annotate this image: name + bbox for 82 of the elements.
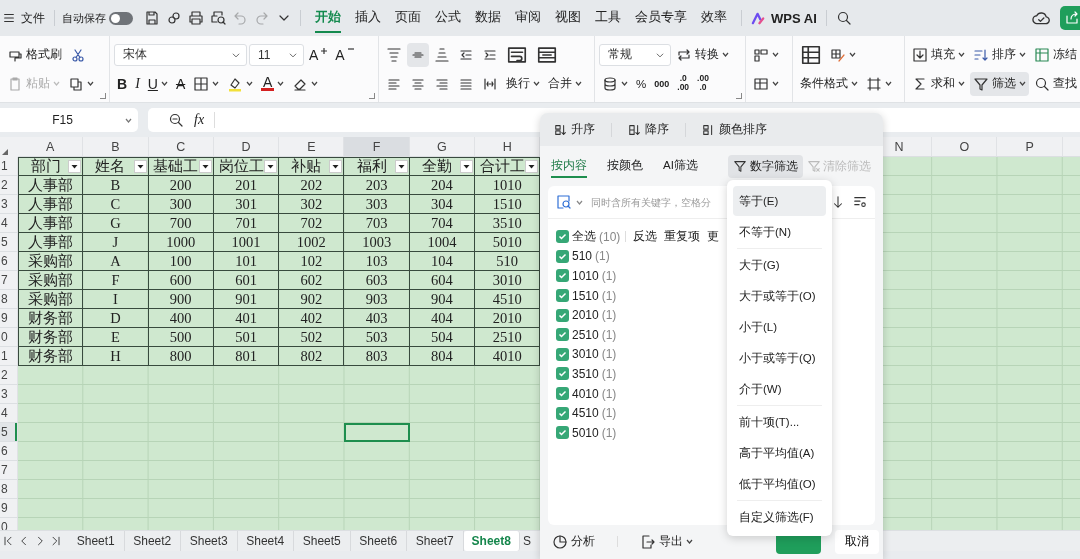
table-cell: 采购部 [18, 252, 84, 271]
table-cell: 603 [344, 271, 410, 290]
table-cell: 401 [213, 309, 280, 328]
table-cell: 财务部 [18, 309, 84, 328]
table-cell: 704 [409, 214, 476, 233]
table-cell: C [83, 195, 149, 214]
table-cell: 402 [279, 309, 345, 328]
item-count: (1) [601, 327, 617, 342]
item-count: (1) [595, 249, 610, 264]
table-cell: H [83, 347, 149, 366]
table-cell: 802 [279, 347, 345, 366]
table-cell: 202 [279, 176, 345, 195]
table-cell: 采购部 [18, 290, 84, 309]
table-cell: 604 [409, 271, 476, 290]
table-cell: A [83, 252, 149, 271]
table-cell: 403 [344, 309, 410, 328]
table-cell: 财务部 [18, 328, 84, 347]
item-count: (1) [601, 288, 617, 303]
table-cell: 503 [344, 328, 410, 347]
item-count: (1) [601, 269, 617, 283]
table-cell: 501 [213, 328, 280, 347]
table-cell: 201 [213, 176, 280, 195]
table-cell: B [83, 176, 149, 195]
table-cell: G [83, 214, 149, 233]
table-cell: 303 [344, 195, 410, 214]
table-cell: J [83, 233, 149, 252]
table-cell: 1004 [409, 233, 476, 252]
table-cell: 700 [148, 214, 214, 233]
item-count: (10) [599, 229, 621, 244]
autosave-label: 自动保存 [62, 10, 106, 26]
table-cell: F [83, 271, 149, 290]
table-cell: 人事部 [18, 176, 84, 195]
table-cell: 703 [344, 214, 410, 233]
table-cell: I [83, 290, 149, 309]
table-cell: E [83, 328, 149, 347]
table-cell: 701 [213, 214, 280, 233]
table-cell: 人事部 [18, 195, 84, 214]
item-count: (1) [601, 406, 617, 421]
table-cell: 400 [148, 309, 214, 328]
table-cell: 人事部 [18, 233, 84, 252]
table-cell: 1003 [344, 233, 410, 252]
table-cell: 104 [409, 252, 476, 271]
table-cell: 1001 [213, 233, 280, 252]
table-cell: 901 [213, 290, 280, 309]
table-cell: 302 [279, 195, 345, 214]
table-cell: 600 [148, 271, 214, 290]
table-cell: 804 [409, 347, 476, 366]
table-cell: 502 [279, 328, 345, 347]
table-cell: 500 [148, 328, 214, 347]
table-cell: 采购部 [18, 271, 84, 290]
table-cell: 101 [213, 252, 280, 271]
table-cell: 801 [213, 347, 280, 366]
table-cell: 1000 [148, 233, 214, 252]
table-cell: 404 [409, 309, 476, 328]
table-cell: 102 [279, 252, 345, 271]
item-count: (1) [601, 308, 617, 323]
table-cell: 602 [279, 271, 345, 290]
table-cell: 900 [148, 290, 214, 309]
table-cell: 103 [344, 252, 410, 271]
table-cell: 203 [344, 176, 410, 195]
item-count: (1) [601, 425, 617, 440]
table-cell: D [83, 309, 149, 328]
table-cell: 601 [213, 271, 280, 290]
table-cell: 803 [344, 347, 410, 366]
table-cell: 301 [213, 195, 280, 214]
table-cell: 1002 [279, 233, 345, 252]
table-cell: 200 [148, 176, 214, 195]
table-cell: 902 [279, 290, 345, 309]
table-cell: 702 [279, 214, 345, 233]
item-count: (1) [601, 366, 617, 381]
table-cell: 100 [148, 252, 214, 271]
table-cell: 304 [409, 195, 476, 214]
item-count: (1) [601, 347, 617, 362]
table-cell: 204 [409, 176, 476, 195]
table-cell: 300 [148, 195, 214, 214]
table-cell: 人事部 [18, 214, 84, 233]
table-cell: 504 [409, 328, 476, 347]
item-count: (1) [601, 386, 617, 401]
table-cell: 904 [409, 290, 476, 309]
table-cell: 800 [148, 347, 214, 366]
table-cell: 财务部 [18, 347, 84, 366]
table-cell: 903 [344, 290, 410, 309]
